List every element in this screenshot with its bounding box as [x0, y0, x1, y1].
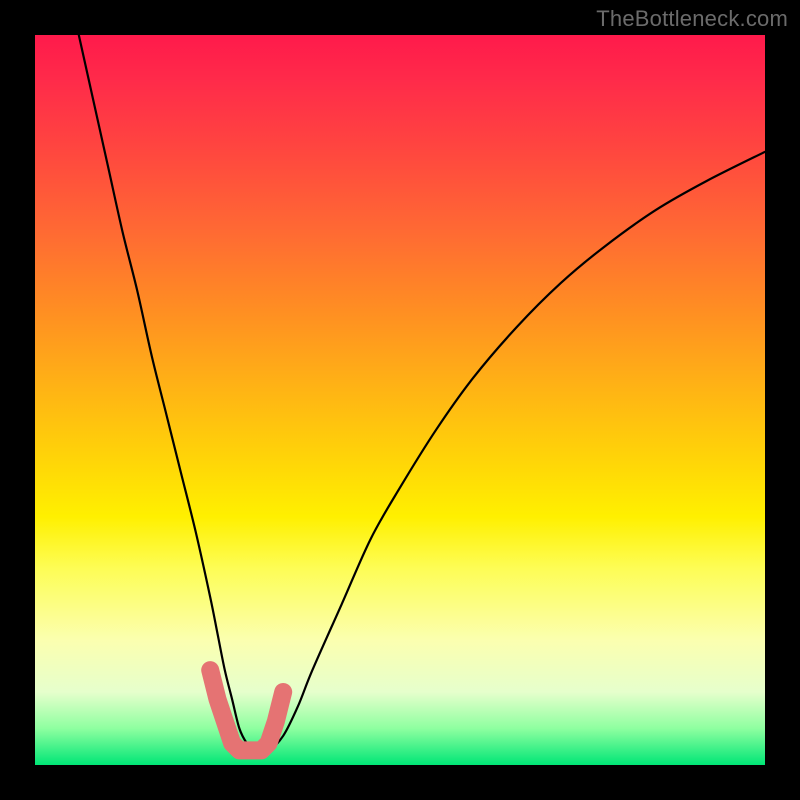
plot-area — [35, 35, 765, 765]
bottleneck-curve — [79, 35, 765, 752]
chart-frame: TheBottleneck.com — [0, 0, 800, 800]
optimal-band — [210, 670, 283, 750]
watermark-text: TheBottleneck.com — [596, 6, 788, 32]
curve-layer — [35, 35, 765, 765]
